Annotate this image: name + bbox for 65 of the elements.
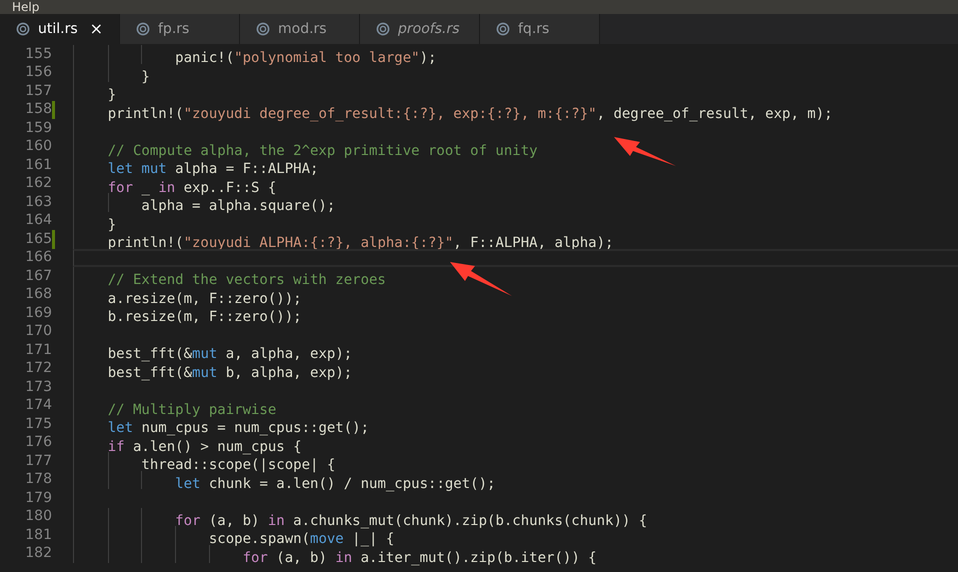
line-number: 167 <box>24 266 52 286</box>
line-number: 176 <box>24 433 52 452</box>
line-number: 162 <box>24 174 52 194</box>
line-number: 159 <box>24 118 52 138</box>
code-line: thread::scope(|scope| { <box>140 457 336 473</box>
line-number: 171 <box>24 340 52 360</box>
annotation-arrow <box>450 262 512 296</box>
menu-item[interactable]: Help <box>12 0 40 14</box>
line-number: 155 <box>24 44 52 64</box>
code-line: for (a, b) in a.iter_mut().zip(b.iter()) { <box>242 550 597 566</box>
code-line: scope.spawn(move |_| { <box>208 531 394 547</box>
code-line: let chunk = a.len() / num_cpus::get(); <box>174 476 496 492</box>
editor-tab[interactable]: proofs.rs <box>360 14 480 44</box>
line-number: 157 <box>24 82 52 101</box>
code-line: for _ in exp..F::S { <box>106 180 276 196</box>
editor-tab[interactable]: mod.rs <box>240 14 360 44</box>
code-line: } <box>106 216 116 232</box>
code-line: let mut alpha = F::ALPHA; <box>106 161 318 177</box>
line-number: 172 <box>24 359 52 378</box>
line-number: 156 <box>24 63 52 82</box>
line-number: 170 <box>24 322 52 342</box>
line-number: 160 <box>24 137 52 156</box>
close-button[interactable]: × <box>90 21 103 37</box>
line-number: 178 <box>24 470 52 490</box>
code-line: best_fft(&mut a, alpha, exp); <box>106 346 352 362</box>
code-line: // Compute alpha, the 2^exp primitive root of unity <box>106 142 538 158</box>
line-number: 174 <box>24 396 52 416</box>
line-number: 165 <box>24 230 52 249</box>
line-number: 175 <box>24 414 52 434</box>
line-number: 179 <box>24 488 52 508</box>
editor-tab[interactable]: fq.rs <box>480 14 600 44</box>
editor-tab[interactable]: util.rs × <box>0 14 120 44</box>
code-line: best_fft(&mut b, alpha, exp); <box>106 364 352 380</box>
line-number: 161 <box>24 156 52 175</box>
line-number: 163 <box>24 192 52 212</box>
tab-label: proofs.rs <box>398 20 460 38</box>
tab-label: fq.rs <box>518 20 550 38</box>
line-number: 180 <box>24 507 52 526</box>
tab-label: util.rs <box>38 20 78 38</box>
line-number: 158 <box>24 100 52 120</box>
line-number: 166 <box>24 248 52 268</box>
line-number: 182 <box>24 544 52 564</box>
annotation-arrow <box>614 137 676 166</box>
line-number: 168 <box>24 285 52 304</box>
line-number: 177 <box>24 452 52 471</box>
tab-label: fp.rs <box>158 20 190 38</box>
line-number: 181 <box>24 526 52 545</box>
code-line: if a.len() > num_cpus { <box>106 438 302 454</box>
code-line: println!("zouyudi ALPHA:{:?}, alpha:{:?}", F::ALPHA, alpha); <box>106 235 614 251</box>
line-number: 169 <box>24 304 52 323</box>
code-line: } <box>106 87 116 103</box>
tab-label: mod.rs <box>278 20 327 38</box>
code-line: let num_cpus = num_cpus::get(); <box>106 420 370 436</box>
line-number: 173 <box>24 378 52 397</box>
code-line: panic!("polynomial too large"); <box>174 50 436 66</box>
code-line: // Multiply pairwise <box>106 402 276 418</box>
code-line: b.resize(m, F::zero()); <box>106 309 302 325</box>
code-line: } <box>140 68 150 84</box>
line-number: 164 <box>24 211 52 230</box>
code-line: a.resize(m, F::zero()); <box>106 290 302 306</box>
code-line: // Extend the vectors with zeroes <box>106 272 386 288</box>
code-line: for (a, b) in a.chunks_mut(chunk).zip(b.chunks(chunk)) { <box>174 512 648 528</box>
code-line: alpha = alpha.square(); <box>140 198 336 214</box>
editor-tab[interactable]: fp.rs <box>120 14 240 44</box>
code-line: println!("zouyudi degree_of_result:{:?}, exp:{:?}, m:{:?}", degree_of_result, exp, m); <box>106 106 833 122</box>
